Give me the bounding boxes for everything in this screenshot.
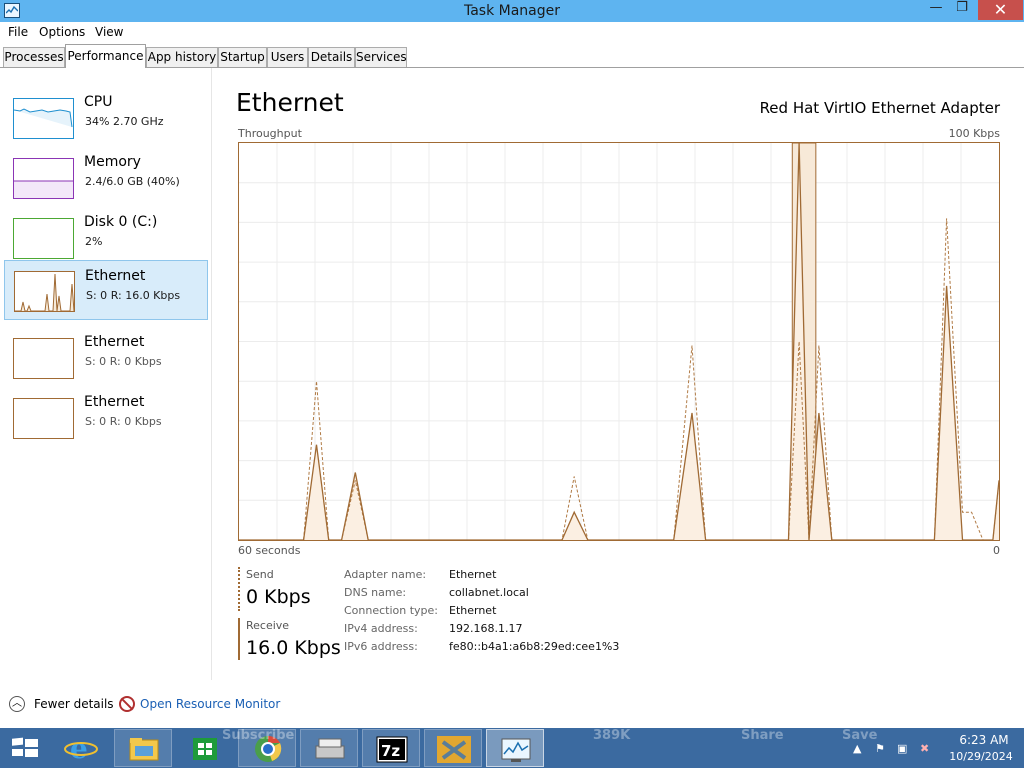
ghost-likes-text: 389K (593, 728, 631, 743)
menu-bar: File Options View (0, 22, 1024, 43)
ethernet-thumbnail-graph (13, 338, 74, 379)
send-rate: S: 0 (86, 289, 108, 302)
send-rate: S: 0 (85, 355, 107, 368)
graph-time-start-label: 60 seconds (238, 544, 301, 557)
file-explorer-icon[interactable] (114, 729, 172, 767)
ethernet-thumbnail-graph (14, 271, 75, 312)
receive-rate: R: 0 Kbps (109, 415, 162, 428)
send-legend-line (238, 567, 240, 611)
memory-thumbnail-graph (13, 158, 74, 199)
network-icon[interactable]: ▣ (897, 742, 907, 755)
resource-detail: S: 0 R: 0 Kbps (85, 415, 162, 428)
resource-name: CPU (84, 94, 113, 110)
maximize-button[interactable]: ❐ (949, 0, 975, 20)
resource-name: Ethernet (85, 268, 146, 284)
ghost-save-text: Save (842, 728, 878, 743)
prop-key: DNS name: (344, 586, 407, 599)
menu-view[interactable]: View (95, 25, 123, 39)
chevron-up-icon[interactable]: ︿ (9, 696, 25, 712)
prop-value: collabnet.local (449, 586, 529, 599)
send-value: 0 Kbps (246, 586, 311, 608)
resource-disk[interactable]: Disk 0 (C:) 2% (4, 208, 208, 268)
tab-app-history[interactable]: App history (146, 47, 218, 67)
adapter-description: Red Hat VirtIO Ethernet Adapter (759, 99, 1000, 117)
resource-ethernet-3[interactable]: Ethernet S: 0 R: 0 Kbps (4, 388, 208, 448)
show-hidden-icons-icon[interactable]: ▲ (853, 742, 861, 755)
svg-text:e: e (70, 732, 88, 765)
start-button[interactable] (0, 729, 50, 767)
receive-rate: R: 0 Kbps (109, 355, 162, 368)
receive-label: Receive (246, 619, 290, 632)
throughput-graph (238, 142, 1000, 541)
task-manager-taskbar-icon[interactable] (486, 729, 544, 767)
graph-max-label: 100 Kbps (948, 127, 1000, 140)
clock-time[interactable]: 6:23 AM (952, 733, 1016, 747)
resource-name: Ethernet (84, 334, 145, 350)
page-title: Ethernet (236, 88, 344, 117)
resource-ethernet-1[interactable]: Ethernet S: 0 R: 16.0 Kbps (4, 260, 208, 320)
ethernet-thumbnail-graph (13, 398, 74, 439)
tab-details[interactable]: Details (308, 47, 355, 67)
ghost-subscribe-text: Subscribe (222, 728, 295, 743)
taskbar: e 7z Subscribe 389K Share Save (0, 728, 1024, 768)
window-title: Task Manager (463, 3, 561, 19)
prop-key: IPv6 address: (344, 640, 418, 653)
resource-name: Ethernet (84, 394, 145, 410)
clock-date[interactable]: 10/29/2024 (946, 750, 1016, 763)
resource-ethernet-2[interactable]: Ethernet S: 0 R: 0 Kbps (4, 328, 208, 388)
action-center-flag-icon[interactable]: ⚑ (875, 742, 885, 755)
send-rate: S: 0 (85, 415, 107, 428)
internet-explorer-icon[interactable]: e (52, 729, 110, 767)
tab-services[interactable]: Services (355, 47, 407, 67)
disk-thumbnail-graph (13, 218, 74, 259)
minimize-button[interactable]: — (922, 0, 950, 20)
receive-rate: R: 16.0 Kbps (110, 289, 181, 302)
prop-value: Ethernet (449, 604, 497, 617)
tab-performance[interactable]: Performance (65, 44, 146, 68)
prop-key: Adapter name: (344, 568, 427, 581)
svg-text:7z: 7z (381, 742, 400, 760)
throughput-graph-svg (239, 142, 1000, 541)
receive-value: 16.0 Kbps (246, 637, 341, 659)
open-resource-monitor-link[interactable]: Open Resource Monitor (140, 697, 280, 711)
title-bar: Task Manager — ❐ ✕ (0, 0, 1024, 22)
menu-file[interactable]: File (8, 25, 28, 39)
prop-value: 192.168.1.17 (449, 622, 523, 635)
fewer-details-link[interactable]: Fewer details (34, 697, 114, 711)
tab-strip: Processes Performance App history Startu… (0, 44, 1024, 68)
resource-detail: S: 0 R: 16.0 Kbps (86, 289, 180, 302)
cpu-thumbnail-graph (13, 98, 74, 139)
volume-muted-icon[interactable]: ✖ (920, 742, 929, 755)
close-button[interactable]: ✕ (978, 0, 1023, 20)
ghost-share-text: Share (741, 728, 784, 743)
vmware-icon[interactable] (424, 729, 482, 767)
resource-memory[interactable]: Memory 2.4/6.0 GB (40%) (4, 148, 208, 208)
receive-legend-line (238, 618, 240, 660)
7zip-icon[interactable]: 7z (362, 729, 420, 767)
tab-users[interactable]: Users (267, 47, 308, 67)
resource-name: Disk 0 (C:) (84, 214, 158, 230)
graph-time-end-label: 0 (993, 544, 1000, 557)
resource-list: CPU 34% 2.70 GHz Memory 2.4/6.0 GB (40%)… (0, 68, 212, 680)
resource-name: Memory (84, 154, 141, 170)
scanner-icon[interactable] (300, 729, 358, 767)
resource-detail: 2.4/6.0 GB (40%) (85, 175, 180, 188)
resource-detail: 34% 2.70 GHz (85, 115, 164, 128)
tab-processes[interactable]: Processes (3, 47, 65, 67)
prop-key: Connection type: (344, 604, 439, 617)
footer-bar: ︿ Fewer details Open Resource Monitor (0, 690, 1024, 718)
send-label: Send (246, 568, 274, 581)
tab-startup[interactable]: Startup (218, 47, 267, 67)
resource-detail: 2% (85, 235, 103, 248)
resource-monitor-icon[interactable] (119, 696, 135, 712)
prop-value: Ethernet (449, 568, 497, 581)
resource-cpu[interactable]: CPU 34% 2.70 GHz (4, 88, 208, 148)
throughput-label: Throughput (238, 127, 302, 140)
resource-detail: S: 0 R: 0 Kbps (85, 355, 162, 368)
prop-value: fe80::b4a1:a6b8:29ed:cee1%3 (449, 640, 620, 653)
prop-key: IPv4 address: (344, 622, 418, 635)
menu-options[interactable]: Options (39, 25, 85, 39)
